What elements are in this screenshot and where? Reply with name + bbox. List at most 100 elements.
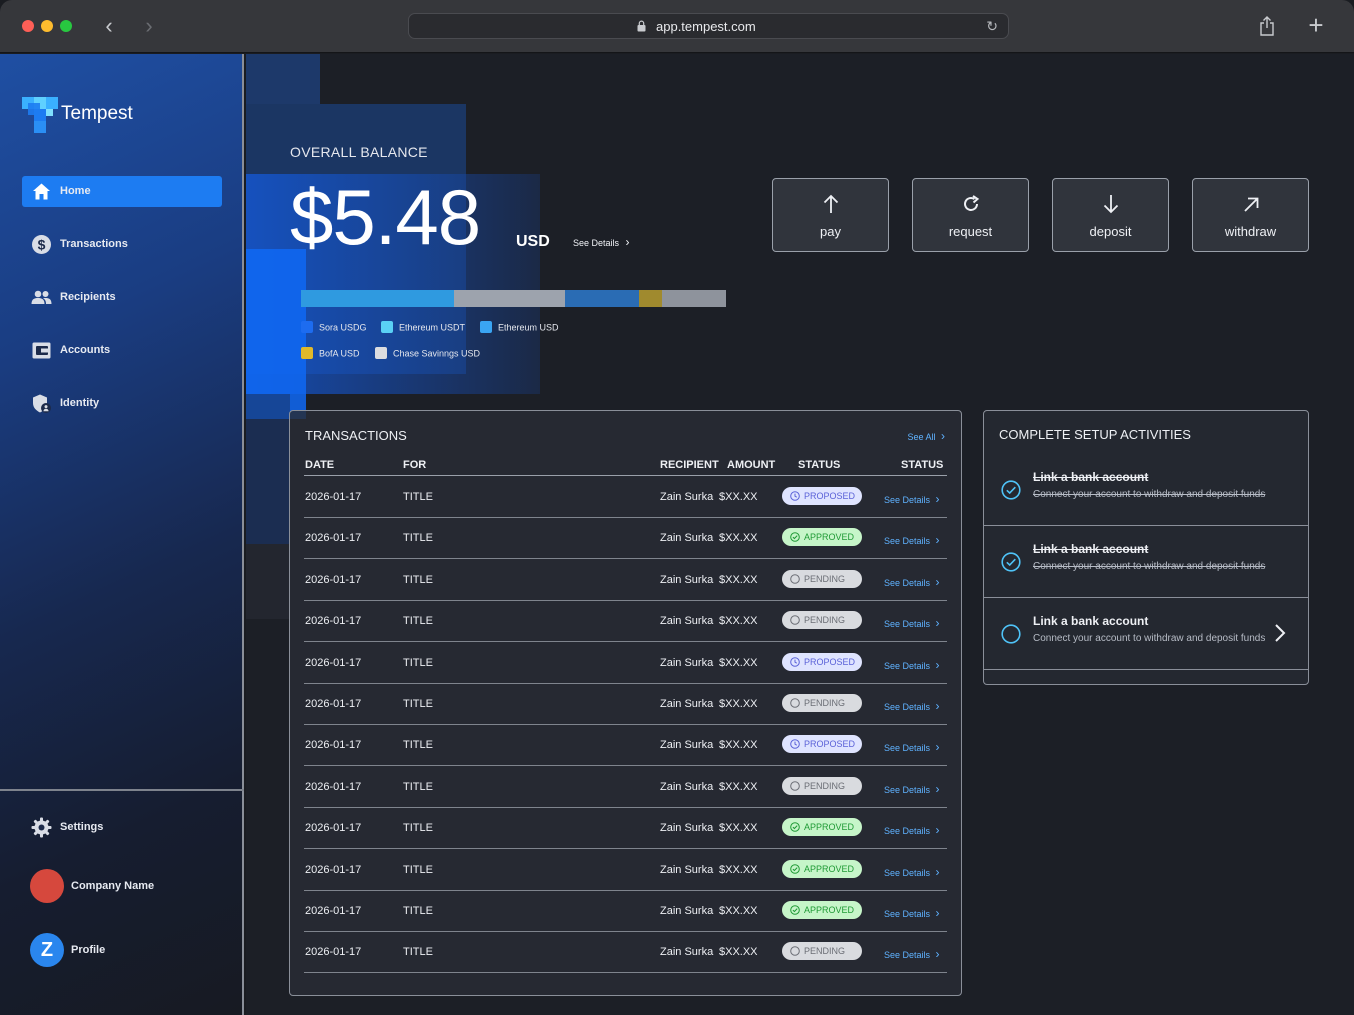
cell-for: TITLE: [403, 491, 433, 503]
see-details-link[interactable]: See Details ›: [884, 658, 940, 672]
status-text: APPROVED: [804, 863, 855, 874]
sidebar-item-label: Settings: [60, 821, 104, 833]
cell-amount: $XX.XX: [719, 656, 758, 669]
see-details-label: See Details: [884, 784, 931, 795]
shield-user-icon: [33, 394, 51, 413]
chevron-right-icon: [1275, 624, 1286, 642]
setup-item[interactable]: Link a bank account Connect your account…: [984, 454, 1308, 526]
cell-for: TITLE: [403, 656, 433, 669]
chevron-right-icon: ›: [935, 781, 940, 796]
check-circle-icon: [790, 822, 800, 832]
cell-amount: $XX.XX: [719, 739, 758, 752]
cell-amount: $XX.XX: [719, 780, 758, 793]
profile-avatar[interactable]: Z: [30, 933, 64, 967]
table-row: 2026-01-17 TITLE Zain Surka $XX.XX PENDING Se…: [304, 767, 947, 808]
see-details-link[interactable]: See Details ›: [884, 740, 940, 754]
sidebar-item-settings[interactable]: Settings: [22, 812, 222, 843]
chevron-right-icon: ›: [935, 574, 940, 589]
setup-title: COMPLETE SETUP ACTIVITIES: [999, 427, 1191, 442]
cell-for: TITLE: [403, 905, 433, 917]
see-details-label: See Details: [884, 495, 931, 505]
zoom-window-button[interactable]: [60, 20, 72, 32]
wallet-icon: [32, 342, 51, 359]
see-details-link[interactable]: See Details ›: [884, 906, 940, 920]
sidebar-item-home[interactable]: Home: [22, 176, 222, 207]
deposit-button[interactable]: deposit: [1052, 178, 1169, 252]
sidebar-item-accounts[interactable]: Accounts: [22, 335, 222, 366]
cell-date: 2026-01-17: [305, 946, 362, 959]
chevron-right-icon: ›: [935, 740, 940, 755]
column-header-amount: AMOUNT: [727, 459, 776, 471]
sidebar-item-recipients[interactable]: Recipients: [22, 282, 222, 313]
see-details-label: See Details: [884, 826, 931, 837]
cell-date: 2026-01-17: [305, 491, 362, 503]
legend-swatch: [480, 321, 492, 333]
forward-arrow-icon[interactable]: ›: [137, 14, 161, 38]
status-text: PENDING: [804, 615, 846, 626]
profile-label[interactable]: Profile: [71, 944, 105, 956]
clock-icon: [790, 656, 800, 667]
see-details-link[interactable]: See Details ›: [884, 616, 940, 630]
status-badge: APPROVED: [782, 901, 862, 919]
legend-swatch: [301, 321, 313, 333]
balance-see-details-link[interactable]: See Details ›: [573, 235, 630, 249]
background-decoration: [246, 544, 290, 619]
see-details-link[interactable]: See Details ›: [884, 575, 940, 589]
see-details-link[interactable]: See Details ›: [884, 947, 940, 961]
see-details-link[interactable]: See Details ›: [884, 533, 940, 547]
back-arrow-icon[interactable]: ‹: [97, 14, 121, 38]
company-name[interactable]: Company Name: [71, 880, 154, 892]
breakdown-segment: [301, 290, 454, 307]
legend-item: Ethereum USDT: [381, 321, 465, 334]
request-button[interactable]: request: [912, 178, 1029, 252]
setup-item[interactable]: Link a bank account Connect your account…: [984, 526, 1308, 598]
status-badge: PROPOSED: [782, 652, 862, 671]
see-details-link[interactable]: See Details ›: [884, 865, 940, 879]
check-circle-icon: [1001, 480, 1021, 500]
withdraw-button[interactable]: withdraw: [1192, 178, 1309, 252]
cell-for: TITLE: [403, 780, 433, 793]
table-row: 2026-01-17 TITLE Zain Surka $XX.XX APPROVED S…: [304, 850, 947, 891]
pay-button[interactable]: pay: [772, 178, 889, 252]
address-bar[interactable]: app.tempest.com ↻: [408, 13, 1009, 39]
breakdown-segment: [564, 290, 639, 307]
see-details-label: See Details: [884, 950, 931, 961]
see-details-link[interactable]: See Details ›: [884, 782, 940, 796]
action-label: request: [948, 224, 993, 239]
setup-item[interactable]: Link a bank account Connect your account…: [984, 598, 1308, 670]
arrow-up-icon: [823, 194, 839, 213]
status-text: PENDING: [804, 698, 846, 708]
cell-recipient: Zain Surka: [660, 822, 714, 835]
legend-item: Sora USDG: [301, 321, 367, 334]
status-badge: PENDING: [782, 569, 862, 588]
sidebar-item-label: Identity: [60, 397, 100, 409]
table-row: 2026-01-17 TITLE Zain Surka $XX.XX APPROVED S…: [304, 518, 947, 560]
cell-recipient: Zain Surka: [660, 615, 714, 628]
company-avatar[interactable]: [30, 869, 64, 903]
chevron-right-icon: ›: [935, 533, 940, 548]
cell-date: 2026-01-17: [305, 905, 362, 917]
minimize-window-button[interactable]: [41, 20, 53, 32]
new-tab-icon[interactable]: +: [1303, 10, 1329, 40]
sidebar-item-identity[interactable]: Identity: [22, 388, 222, 419]
reload-icon[interactable]: ↻: [986, 18, 998, 35]
see-all-link[interactable]: See All ›: [907, 429, 945, 443]
chevron-right-icon: ›: [625, 235, 630, 249]
see-details-link[interactable]: See Details ›: [884, 823, 940, 837]
see-details-link[interactable]: See Details ›: [884, 492, 940, 506]
see-details-label: See Details: [884, 743, 931, 754]
cell-amount: $XX.XX: [719, 573, 758, 586]
sidebar-item-transactions[interactable]: $ Transactions: [22, 229, 222, 260]
cell-amount: $XX.XX: [719, 698, 758, 710]
see-details-label: See Details: [884, 619, 931, 630]
legend-label: Chase Savinngs USD: [393, 348, 481, 359]
see-details-link[interactable]: See Details ›: [884, 699, 940, 713]
legend-swatch: [375, 347, 387, 359]
empty-circle-icon: [790, 615, 800, 625]
close-window-button[interactable]: [22, 20, 34, 32]
empty-circle-icon: [790, 780, 800, 791]
cell-date: 2026-01-17: [305, 698, 362, 710]
setup-item-title: Link a bank account: [1033, 470, 1149, 484]
empty-circle-icon: [790, 698, 800, 708]
share-icon[interactable]: [1258, 15, 1276, 37]
